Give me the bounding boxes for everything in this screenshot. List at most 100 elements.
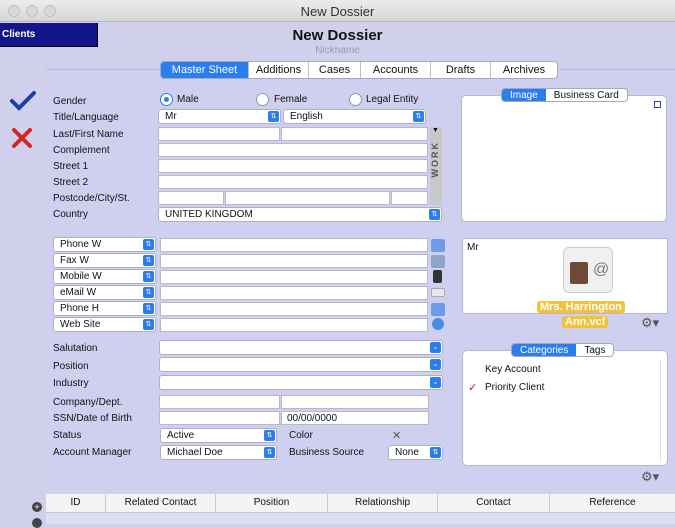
chevron-updown-icon: ⇅ [429, 209, 440, 220]
contact-type-select-mobile-w[interactable]: Mobile W ⇅ [53, 269, 156, 284]
account-manager-select[interactable]: Michael Doe ⇅ [160, 445, 277, 460]
contact-type-select-fax-w[interactable]: Fax W ⇅ [53, 253, 156, 268]
status-select[interactable]: Active ⇅ [160, 428, 277, 443]
validate-checkmark-icon[interactable] [10, 90, 36, 112]
category-priority-client[interactable]: Priority Client [485, 382, 544, 393]
address-type-strip[interactable]: ▼ WORK [430, 127, 442, 205]
chevron-updown-icon: ⇅ [143, 271, 154, 282]
date-of-birth-field[interactable]: 00/00/0000 [281, 411, 429, 425]
position-label: Position [53, 361, 89, 372]
street1-field[interactable] [158, 159, 428, 173]
remove-icon[interactable] [32, 518, 42, 528]
email-w-field[interactable] [160, 286, 428, 300]
vcf-filename-line1: Mrs. Harrington [537, 301, 625, 313]
first-name-field[interactable] [281, 127, 428, 141]
contact-photo-icon [570, 262, 588, 284]
cancel-cross-icon[interactable] [11, 127, 33, 149]
contact-type-select-web-site[interactable]: Web Site ⇅ [53, 317, 156, 332]
vcard-file-icon: @ [563, 247, 613, 293]
contact-type-select-phone-w[interactable]: Phone W ⇅ [53, 237, 156, 252]
gender-female-radio[interactable] [256, 93, 269, 106]
mobile-w-field[interactable] [160, 270, 428, 284]
column-reference[interactable]: Reference [550, 494, 675, 512]
chevron-down-icon: ⌄ [430, 377, 441, 388]
web-site-field[interactable] [160, 318, 428, 332]
business-source-select[interactable]: None ⇅ [388, 445, 443, 460]
gender-legal-entity-radio[interactable] [349, 93, 362, 106]
categories-panel: Key Account ✓ Priority Client [462, 350, 668, 466]
web-globe-icon[interactable] [432, 318, 444, 330]
column-contact[interactable]: Contact [438, 494, 550, 512]
chevron-updown-icon: ⇅ [268, 111, 279, 122]
gear-icon[interactable]: ⚙▾ [641, 315, 659, 331]
nickname-field[interactable]: Nickname [0, 45, 675, 56]
column-position[interactable]: Position [216, 494, 328, 512]
country-select[interactable]: UNITED KINGDOM ⇅ [158, 207, 442, 222]
gender-female-label: Female [274, 94, 308, 105]
gender-male-radio[interactable] [160, 93, 173, 106]
contact-type-label: Fax W [60, 255, 89, 266]
contact-type-select-phone-h[interactable]: Phone H ⇅ [53, 301, 156, 316]
email-envelope-icon[interactable] [431, 288, 445, 297]
country-label: Country [53, 209, 89, 220]
department-field[interactable] [281, 395, 429, 409]
add-icon[interactable]: + [32, 502, 42, 512]
tab-image[interactable]: Image [502, 89, 546, 101]
last-first-name-label: Last/First Name [53, 129, 124, 140]
chevron-updown-icon: ⇅ [413, 111, 424, 122]
work-label: WORK [430, 141, 440, 178]
column-id[interactable]: ID [46, 494, 106, 512]
street2-field[interactable] [158, 175, 428, 189]
company-field[interactable] [159, 395, 280, 409]
language-value: English [290, 111, 323, 122]
fax-w-field[interactable] [160, 254, 428, 268]
industry-select[interactable]: ⌄ [159, 375, 443, 390]
tab-drafts[interactable]: Drafts [431, 62, 491, 78]
tab-cases[interactable]: Cases [309, 62, 361, 78]
last-name-field[interactable] [158, 127, 280, 141]
expand-icon[interactable] [654, 101, 661, 108]
chevron-down-icon: ⌄ [430, 359, 441, 370]
postcode-field[interactable] [158, 191, 224, 205]
phone-home-icon[interactable] [431, 303, 445, 316]
phone-dial-icon[interactable] [431, 239, 445, 252]
status-value: Active [167, 430, 195, 441]
salutation-select[interactable]: ⌄ [159, 340, 443, 355]
complement-field[interactable] [158, 143, 428, 157]
ssn-field[interactable] [159, 411, 280, 425]
fax-icon[interactable] [431, 255, 445, 268]
chevron-updown-icon: ⇅ [143, 287, 154, 298]
business-source-label: Business Source [289, 447, 365, 458]
mobile-phone-icon[interactable] [433, 270, 442, 283]
color-label: Color [289, 430, 313, 441]
phone-w-field[interactable] [160, 238, 428, 252]
position-select[interactable]: ⌄ [159, 357, 443, 372]
state-field[interactable] [391, 191, 428, 205]
column-relationship[interactable]: Relationship [328, 494, 438, 512]
tab-archives[interactable]: Archives [491, 62, 557, 78]
color-clear-icon[interactable]: ✕ [392, 429, 401, 442]
language-select[interactable]: English ⇅ [283, 109, 426, 124]
scrollbar[interactable] [660, 361, 661, 461]
contact-type-select-email-w[interactable]: eMail W ⇅ [53, 285, 156, 300]
tab-categories[interactable]: Categories [512, 344, 577, 356]
dossier-title: New Dossier [292, 27, 383, 44]
image-panel[interactable] [461, 95, 667, 222]
tab-business-card[interactable]: Business Card [546, 89, 627, 101]
gender-male-label: Male [177, 94, 199, 105]
tab-accounts[interactable]: Accounts [361, 62, 431, 78]
gender-legal-entity-label: Legal Entity [366, 94, 419, 105]
postcode-label: Postcode/City/St. [53, 193, 130, 204]
tab-master-sheet[interactable]: Master Sheet [161, 62, 249, 78]
country-value: UNITED KINGDOM [165, 209, 253, 220]
tab-tags[interactable]: Tags [576, 344, 613, 356]
table-body [46, 512, 675, 524]
tab-additions[interactable]: Additions [249, 62, 309, 78]
column-related-contact[interactable]: Related Contact [106, 494, 216, 512]
phone-h-field[interactable] [160, 302, 428, 316]
title-select[interactable]: Mr ⇅ [158, 109, 281, 124]
gear-icon[interactable]: ⚙▾ [641, 469, 659, 485]
city-field[interactable] [225, 191, 390, 205]
category-key-account[interactable]: Key Account [485, 364, 541, 375]
chevron-updown-icon: ⇅ [264, 430, 275, 441]
